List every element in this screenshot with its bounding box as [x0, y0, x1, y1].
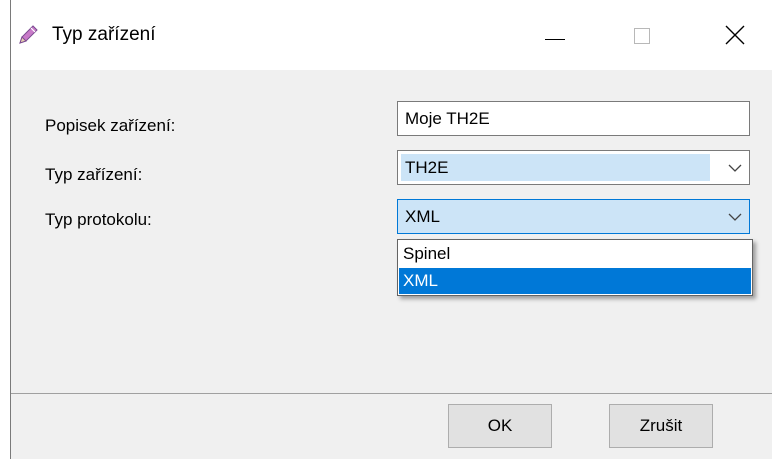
option-label: XML [403, 271, 438, 290]
device-type-label: Typ zařízení: [45, 165, 143, 184]
title-bar[interactable]: Typ zařízení [11, 0, 772, 70]
description-label: Popisek zařízení: [45, 116, 176, 135]
protocol-value: XML [405, 207, 440, 226]
cancel-button[interactable]: Zrušit [609, 404, 713, 448]
dropdown-option-xml[interactable]: XML [399, 268, 751, 294]
window-title: Typ zařízení [52, 24, 156, 45]
maximize-button[interactable] [614, 10, 674, 60]
dialog-window: Typ zařízení Popisek zařízení: Moje TH2E… [10, 0, 772, 459]
protocol-select[interactable]: XML [397, 199, 750, 234]
maximize-icon [634, 28, 650, 44]
device-type-value: TH2E [405, 158, 449, 177]
protocol-label: Typ protokolu: [45, 210, 152, 229]
chevron-down-icon [728, 164, 742, 172]
description-value: Moje TH2E [405, 109, 490, 128]
close-icon [725, 25, 745, 45]
chevron-down-icon [728, 213, 742, 221]
dropdown-option-spinel[interactable]: Spinel [399, 241, 751, 267]
footer-divider [11, 393, 772, 394]
minimize-button[interactable] [528, 10, 588, 60]
close-button[interactable] [708, 10, 768, 60]
pencil-icon [19, 25, 38, 44]
device-type-select[interactable]: TH2E [397, 150, 750, 185]
minimize-icon [545, 39, 565, 40]
option-label: Spinel [403, 244, 451, 263]
ok-button[interactable]: OK [448, 404, 552, 448]
protocol-dropdown-list: Spinel XML [397, 239, 753, 296]
description-input[interactable]: Moje TH2E [397, 101, 750, 136]
